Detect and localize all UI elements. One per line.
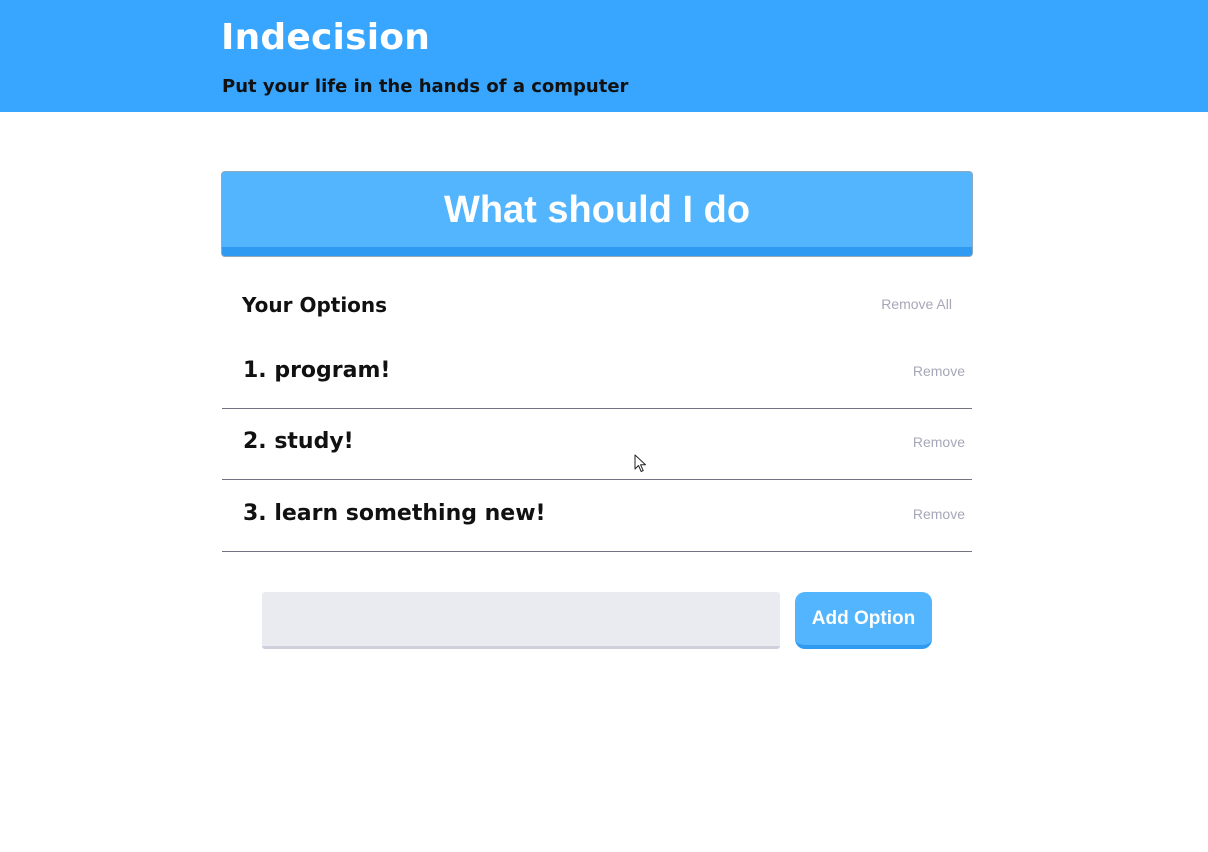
option-text: 3. learn something new! — [243, 501, 546, 526]
options-heading: Your Options — [242, 293, 388, 317]
button-shadow — [222, 247, 972, 256]
remove-option-button[interactable]: Remove — [913, 432, 965, 452]
option-item: 3. learn something new! Remove — [222, 480, 972, 552]
option-item: 1. program! Remove — [222, 337, 972, 409]
app-header: Indecision Put your life in the hands of… — [0, 0, 1208, 112]
app-subtitle: Put your life in the hands of a computer — [222, 76, 629, 97]
remove-option-button[interactable]: Remove — [913, 361, 965, 381]
app-title: Indecision — [221, 17, 431, 58]
remove-option-button[interactable]: Remove — [913, 504, 965, 524]
add-option-button[interactable]: Add Option — [795, 592, 932, 649]
option-item: 2. study! Remove — [222, 408, 972, 480]
what-should-i-do-label: What should I do — [443, 189, 751, 231]
remove-all-button[interactable]: Remove All — [860, 294, 952, 314]
add-option-input[interactable] — [262, 592, 780, 649]
option-text: 2. study! — [243, 429, 354, 454]
what-should-i-do-button[interactable]: What should I do — [221, 171, 973, 257]
option-text: 1. program! — [243, 358, 391, 383]
